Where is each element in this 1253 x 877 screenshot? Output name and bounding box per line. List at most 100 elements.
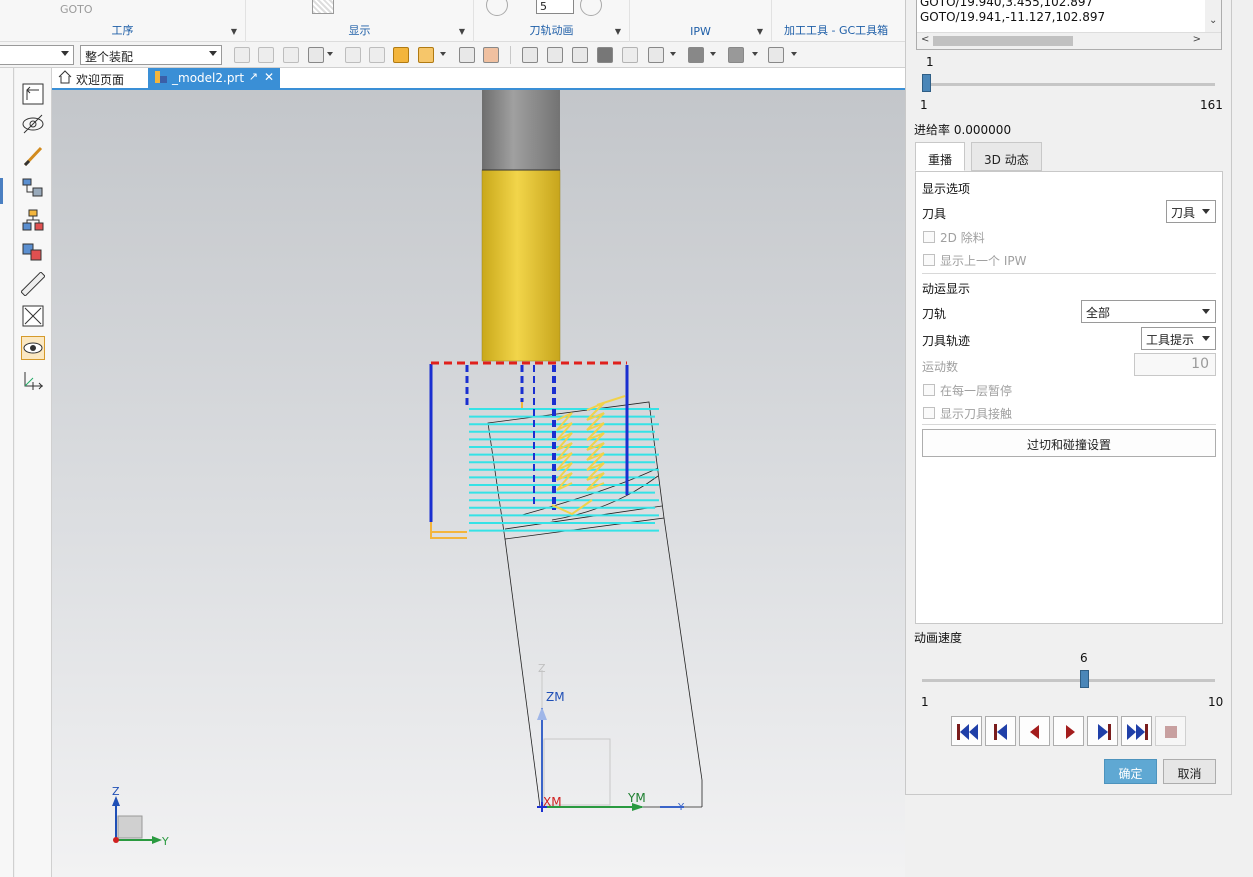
chevron-down-icon[interactable]: ▼	[459, 27, 465, 36]
chevron-down-icon[interactable]: ▼	[231, 27, 237, 36]
rotate-icon[interactable]	[572, 47, 588, 63]
brush-icon[interactable]	[21, 144, 45, 168]
speed-slider-track[interactable]	[922, 679, 1215, 682]
play-forward-button[interactable]	[1053, 716, 1084, 746]
tool-trace-select[interactable]: 工具提示	[1141, 327, 1216, 350]
body-face-icon[interactable]	[459, 47, 475, 63]
show-tool-contact-checkbox[interactable]	[923, 407, 935, 419]
chevron-down-icon	[209, 51, 217, 56]
horizontal-scrollbar[interactable]: < >	[917, 32, 1221, 49]
select-body-icon[interactable]	[258, 47, 274, 63]
toolpath-label: 刀轨	[922, 307, 947, 321]
play-reverse-button[interactable]	[1019, 716, 1050, 746]
tab-welcome-page[interactable]: 欢迎页面	[52, 68, 148, 88]
tool-holder[interactable]	[482, 90, 560, 170]
assembly-navigator-icon[interactable]	[393, 47, 409, 63]
goto-line[interactable]: GOTO/19.940,3.455,102.897	[920, 0, 1093, 9]
show-hide-eye-icon[interactable]	[21, 336, 45, 360]
triad-y-label: Y	[161, 835, 169, 848]
chevron-down-icon[interactable]	[752, 52, 758, 56]
chevron-down-icon[interactable]: ▼	[757, 27, 763, 36]
view-triad[interactable]: Z Y	[112, 785, 169, 848]
constraint-navigator-icon[interactable]	[21, 240, 45, 264]
gouge-collision-settings-button[interactable]: 过切和碰撞设置	[922, 429, 1216, 457]
step-back-icon[interactable]	[486, 0, 508, 16]
hatch-icon[interactable]	[312, 0, 334, 14]
graphics-viewport[interactable]: Z ZM YM XM Y Z Y	[52, 90, 905, 877]
select-feature-icon[interactable]	[234, 47, 250, 63]
tab-model2-prt[interactable]: _model2.prt ↗ ✕	[148, 68, 280, 88]
ribbon-group-path-animation[interactable]: 刀轨动画 ▼	[474, 0, 630, 42]
solid-body-icon[interactable]	[483, 47, 499, 63]
step-slider-thumb[interactable]	[922, 74, 931, 92]
assembly-tree-icon[interactable]	[21, 208, 45, 232]
hide-icon[interactable]	[21, 112, 45, 136]
ribbon-group-display[interactable]: 5 显示 ▼	[246, 0, 574, 42]
chevron-down-icon	[1202, 309, 1210, 314]
chevron-down-icon[interactable]	[710, 52, 716, 56]
chevron-down-icon[interactable]	[791, 52, 797, 56]
chevron-down-icon[interactable]	[327, 52, 333, 56]
cutter-body[interactable]	[481, 169, 561, 362]
fit-view-icon[interactable]	[522, 47, 538, 63]
chevron-down-icon	[61, 51, 69, 56]
ribbon-group-gc-toolbox[interactable]: 加工工具 - GC工具箱	[772, 0, 905, 42]
tab-3d-dynamic[interactable]: 3D 动态	[971, 142, 1042, 171]
show-prev-ipw-checkbox[interactable]	[923, 254, 935, 266]
measure-ruler-icon[interactable]	[20, 271, 46, 297]
csys-y-label: Y	[677, 802, 685, 813]
orient-view-icon[interactable]	[648, 47, 664, 63]
type-filter-combo[interactable]	[0, 45, 74, 65]
view-section-icon[interactable]	[622, 47, 638, 63]
ok-button[interactable]: 确定	[1104, 759, 1157, 784]
chevron-down-icon[interactable]	[440, 52, 446, 56]
zoom-icon[interactable]	[547, 47, 563, 63]
active-navigator-marker	[0, 178, 3, 204]
roles-icon[interactable]	[21, 304, 45, 328]
render-style-icon[interactable]	[688, 47, 704, 63]
part-file-icon	[154, 70, 168, 84]
pause-each-layer-checkbox[interactable]	[923, 384, 935, 396]
goto-line[interactable]: GOTO/19.941,-11.127,102.897	[920, 10, 1105, 24]
chevron-right-icon[interactable]: >	[1193, 34, 1201, 45]
speed-slider-thumb[interactable]	[1079, 670, 1089, 688]
snap-settings-icon[interactable]	[418, 47, 434, 63]
ribbon-group-operation[interactable]: 工序 ▼	[0, 0, 246, 42]
snap-end-icon[interactable]	[369, 47, 385, 63]
part-navigator-icon[interactable]	[21, 176, 45, 200]
shaded-icon[interactable]	[597, 47, 613, 63]
close-icon[interactable]: ✕	[264, 70, 274, 84]
ribbon-group-label: 工序	[111, 24, 134, 37]
wcs-move-icon[interactable]	[21, 368, 45, 392]
tab-replay[interactable]: 重播	[915, 142, 966, 171]
cancel-button[interactable]: 取消	[1163, 759, 1216, 784]
stop-button[interactable]	[1155, 716, 1186, 746]
scroll-thumb[interactable]	[933, 36, 1073, 46]
layer-icon[interactable]	[768, 47, 784, 63]
engage-retract-moves[interactable]	[429, 364, 629, 522]
step-back-button[interactable]	[985, 716, 1016, 746]
step-forward-icon[interactable]	[580, 0, 602, 16]
ribbon-group-ipw[interactable]: IPW ▼	[630, 0, 772, 42]
motion-count-field[interactable]: 10	[1134, 353, 1216, 376]
rewind-to-start-button[interactable]	[951, 716, 982, 746]
chevron-down-icon[interactable]	[670, 52, 676, 56]
goto-listing[interactable]: GOTO/19.940,3.455,102.897 GOTO/19.941,-1…	[916, 0, 1222, 50]
chevron-down-icon[interactable]: ▼	[615, 27, 621, 36]
assembly-scope-combo[interactable]: 整个装配	[80, 45, 222, 65]
filter-icon[interactable]	[283, 47, 299, 63]
operation-navigator-icon[interactable]	[21, 82, 45, 106]
vertical-scrollbar[interactable]: ⌄	[1205, 0, 1221, 33]
step-slider-track[interactable]	[922, 83, 1215, 86]
chevron-left-icon[interactable]: <	[921, 34, 929, 45]
fast-forward-to-end-button[interactable]	[1121, 716, 1152, 746]
chevron-down-icon[interactable]: ⌄	[1209, 15, 1217, 26]
background-icon[interactable]	[728, 47, 744, 63]
snap-point-icon[interactable]	[345, 47, 361, 63]
step-forward-button[interactable]	[1087, 716, 1118, 746]
toolpath-select[interactable]: 全部	[1081, 300, 1216, 323]
tool-display-select[interactable]: 刀具	[1166, 200, 1216, 223]
mcs-csys[interactable]: Z ZM YM XM Y	[537, 662, 685, 813]
select-component-icon[interactable]	[308, 47, 324, 63]
remove-2d-checkbox[interactable]	[923, 231, 935, 243]
